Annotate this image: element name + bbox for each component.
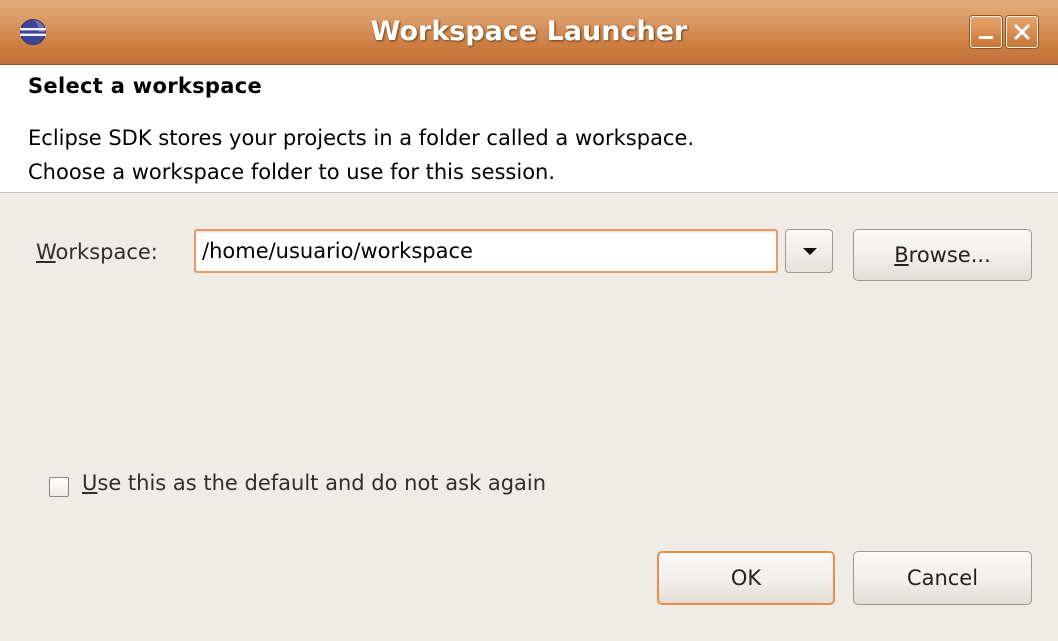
title-bar[interactable]: Workspace Launcher (0, 0, 1058, 65)
browse-button[interactable]: Browse... (853, 229, 1032, 281)
minimize-button[interactable] (970, 16, 1002, 48)
description-line-1: Eclipse SDK stores your projects in a fo… (28, 126, 695, 150)
close-button[interactable] (1006, 16, 1038, 48)
cancel-button[interactable]: Cancel (853, 551, 1032, 605)
workspace-label: Workspace: (36, 240, 158, 264)
browse-label: rowse... (908, 243, 991, 267)
workspace-history-dropdown[interactable] (785, 229, 833, 273)
minimize-icon (979, 36, 993, 39)
description-line-2: Choose a workspace folder to use for thi… (28, 160, 556, 184)
chevron-down-icon (803, 248, 817, 255)
workspace-label-mnemonic: W (36, 240, 56, 264)
page-title: Select a workspace (28, 74, 263, 98)
workspace-launcher-dialog: Workspace Launcher Select a workspace Ec… (0, 0, 1058, 641)
use-default-label[interactable]: Use this as the default and do not ask a… (82, 471, 546, 495)
use-default-mnemonic: U (82, 471, 98, 495)
workspace-path-input[interactable] (194, 229, 778, 273)
close-icon (1014, 24, 1030, 40)
use-default-checkbox[interactable] (49, 477, 69, 497)
browse-mnemonic: B (894, 243, 909, 267)
window-title: Workspace Launcher (370, 16, 688, 47)
ok-button[interactable]: OK (657, 551, 835, 605)
use-default-text: se this as the default and do not ask ag… (97, 471, 547, 495)
workspace-label-text: orkspace: (55, 240, 158, 264)
